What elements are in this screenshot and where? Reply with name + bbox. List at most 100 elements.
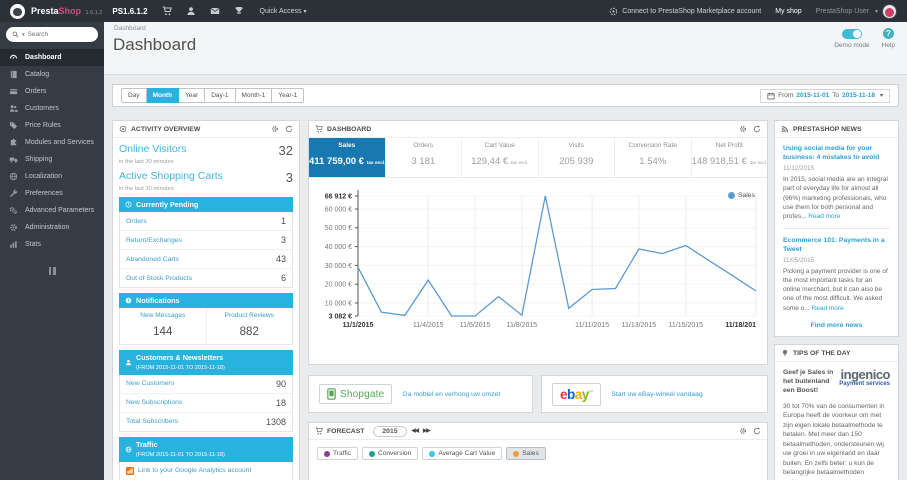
sidebar-item-dashboard[interactable]: Dashboard bbox=[0, 49, 104, 66]
phone-icon bbox=[327, 388, 336, 400]
range-month-1-button[interactable]: Month-1 bbox=[235, 88, 273, 103]
refresh-icon[interactable] bbox=[285, 125, 293, 133]
forecast-legend-traffic[interactable]: Traffic bbox=[317, 447, 358, 460]
sidebar: ▾ Dashboard Catalog Orders Customers Pri… bbox=[0, 22, 104, 480]
quick-access-menu[interactable]: Quick Access ▾ bbox=[260, 8, 307, 15]
online-visitors-link[interactable]: Online Visitors bbox=[119, 143, 187, 155]
sidebar-search[interactable]: ▾ bbox=[6, 27, 98, 42]
gear-icon[interactable] bbox=[739, 125, 747, 133]
help-icon[interactable]: ? bbox=[882, 28, 894, 39]
forecast-legend-conversion[interactable]: Conversion bbox=[361, 447, 419, 460]
forecast-forward-button[interactable]: ▶▶ bbox=[423, 428, 431, 434]
demo-mode-control: Demo mode bbox=[834, 27, 870, 49]
customer-icon[interactable] bbox=[186, 6, 196, 16]
sidebar-item-localization[interactable]: Localization bbox=[0, 168, 104, 185]
book-icon bbox=[10, 70, 17, 79]
pending-row-orders: Orders 1 bbox=[120, 212, 292, 231]
messages-icon[interactable] bbox=[210, 6, 220, 16]
ebay-link[interactable]: Start uw eBay-winkel vandaag bbox=[611, 391, 702, 398]
kpi-sales[interactable]: Sales 411 759,00 € tax excl. bbox=[309, 138, 386, 177]
read-more-link[interactable]: Read more bbox=[812, 305, 844, 312]
chevron-down-icon: ▾ bbox=[879, 93, 883, 99]
user-menu[interactable]: PrestaShop User ▾ bbox=[816, 3, 897, 19]
product-reviews-cell: Product Reviews 882 bbox=[205, 308, 293, 344]
marketplace-link[interactable]: Connect to PrestaShop Marketplace accoun… bbox=[609, 7, 761, 16]
shopgate-link[interactable]: Ga mobiel en verhoog uw omzet bbox=[402, 391, 500, 398]
sidebar-collapse-button[interactable] bbox=[46, 267, 58, 275]
shopgate-logo: Shopgate bbox=[319, 384, 393, 404]
sidebar-item-preferences[interactable]: Preferences bbox=[0, 185, 104, 202]
alert-icon bbox=[125, 297, 132, 304]
news-article-date: 11/12/2015 bbox=[783, 165, 815, 173]
sidebar-item-price-rules[interactable]: Price Rules bbox=[0, 117, 104, 134]
range-day-1-button[interactable]: Day-1 bbox=[205, 88, 236, 103]
svg-text:50 000 €: 50 000 € bbox=[325, 225, 352, 232]
shop-code-label: PS1.6.1.2 bbox=[112, 6, 148, 16]
sidebar-item-administration[interactable]: Administration bbox=[0, 219, 104, 236]
credit-card-icon bbox=[9, 89, 18, 95]
refresh-icon[interactable] bbox=[753, 427, 761, 435]
active-carts-link[interactable]: Active Shopping Carts bbox=[119, 170, 223, 182]
forecast-year-pill[interactable]: 2015 bbox=[373, 425, 407, 437]
sidebar-item-stats[interactable]: Stats bbox=[0, 236, 104, 253]
breadcrumb: Dashboard bbox=[114, 25, 146, 32]
puzzle-icon bbox=[10, 138, 17, 146]
to-date: 2015-11-18 bbox=[842, 92, 875, 99]
forecast-back-button[interactable]: ◀◀ bbox=[412, 428, 420, 434]
kpi-orders[interactable]: Orders 3 181 bbox=[386, 138, 462, 177]
svg-text:11/15/2015: 11/15/2015 bbox=[669, 322, 704, 329]
sidebar-item-advanced-parameters[interactable]: Advanced Parameters bbox=[0, 202, 104, 219]
date-range-toolbar: Day Month Year Day-1 Month-1 Year-1 From… bbox=[112, 84, 899, 107]
search-input[interactable] bbox=[27, 31, 86, 38]
demo-mode-toggle[interactable] bbox=[841, 29, 862, 39]
my-shop-link[interactable]: My shop bbox=[775, 8, 801, 15]
range-day-button[interactable]: Day bbox=[121, 88, 147, 103]
news-article-title[interactable]: Using social media for your business: 4 … bbox=[783, 144, 890, 162]
find-more-news-link[interactable]: Find more news bbox=[783, 322, 890, 329]
sales-line-chart: 3 082 € 10 000 € 20 000 € 30 000 € 40 000 € 5… bbox=[325, 190, 757, 329]
cart-icon bbox=[315, 427, 323, 435]
shopgate-banner[interactable]: Shopgate Ga mobiel en verhoog uw omzet bbox=[308, 375, 533, 413]
sidebar-item-modules[interactable]: Modules and Services bbox=[0, 134, 104, 151]
forecast-legend-sales[interactable]: Sales bbox=[506, 447, 546, 460]
forecast-panel: FORECAST 2015 ◀◀ ▶▶ Traffic Conversion A… bbox=[308, 422, 768, 480]
panel-title: ACTIVITY OVERVIEW bbox=[131, 125, 201, 133]
gear-icon[interactable] bbox=[739, 427, 747, 435]
range-year-1-button[interactable]: Year-1 bbox=[272, 88, 305, 103]
cart-icon[interactable] bbox=[162, 6, 172, 16]
google-analytics-link[interactable]: Link to your Google Analytics account bbox=[119, 461, 293, 480]
kpi-strip: Sales 411 759,00 € tax excl. Orders 3 181 … bbox=[309, 138, 767, 178]
date-range-picker[interactable]: From 2015-11-01 To 2015-11-18 ▾ bbox=[760, 88, 890, 103]
search-scope-caret[interactable]: ▾ bbox=[22, 32, 25, 38]
sidebar-item-customers[interactable]: Customers bbox=[0, 100, 104, 117]
kpi-conversion-rate[interactable]: Conversion Rate 1.54% bbox=[615, 138, 692, 177]
gear-icon[interactable] bbox=[271, 125, 279, 133]
range-month-button[interactable]: Month bbox=[146, 88, 180, 103]
svg-text:60 000 €: 60 000 € bbox=[325, 206, 352, 213]
news-article-date: 11/05/2015 bbox=[783, 257, 815, 265]
globe-icon bbox=[9, 172, 18, 181]
news-article-title[interactable]: Ecommerce 101: Payments in a Tweet bbox=[783, 236, 890, 254]
range-button-group: Day Month Year Day-1 Month-1 Year-1 bbox=[121, 88, 305, 103]
kpi-cart-value[interactable]: Cart Value 129,44 € tax excl. bbox=[462, 138, 539, 177]
news-article: Using social media for your business: 4 … bbox=[783, 144, 890, 221]
ebay-banner[interactable]: ebay™ Start uw eBay-winkel vandaag bbox=[541, 375, 768, 413]
sidebar-item-orders[interactable]: Orders bbox=[0, 83, 104, 100]
kpi-visits[interactable]: Visits 205 939 bbox=[539, 138, 615, 177]
pending-row-returns: Return/Exchanges 3 bbox=[120, 231, 292, 250]
kpi-net-profit[interactable]: Net Profit 148 918,51 € tax excl. bbox=[692, 138, 768, 177]
svg-text:30 000 €: 30 000 € bbox=[325, 263, 352, 270]
sidebar-item-catalog[interactable]: Catalog bbox=[0, 66, 104, 83]
tips-of-the-day-panel: TIPS OF THE DAY ingenico Payment service… bbox=[774, 344, 899, 480]
read-more-link[interactable]: Read more bbox=[808, 213, 840, 220]
panel-title: PRESTASHOP NEWS bbox=[793, 125, 862, 133]
chart-legend-sales[interactable]: Sales bbox=[727, 192, 755, 199]
trophy-icon[interactable] bbox=[234, 6, 244, 16]
forecast-legend-average-cart-value[interactable]: Average Cart Value bbox=[422, 447, 503, 460]
refresh-icon[interactable] bbox=[753, 125, 761, 133]
sidebar-item-shipping[interactable]: Shipping bbox=[0, 151, 104, 168]
svg-text:10 000 €: 10 000 € bbox=[325, 300, 352, 307]
globe-icon bbox=[125, 446, 132, 453]
range-year-button[interactable]: Year bbox=[179, 88, 206, 103]
new-customers-row: New Customers 90 bbox=[120, 375, 292, 394]
